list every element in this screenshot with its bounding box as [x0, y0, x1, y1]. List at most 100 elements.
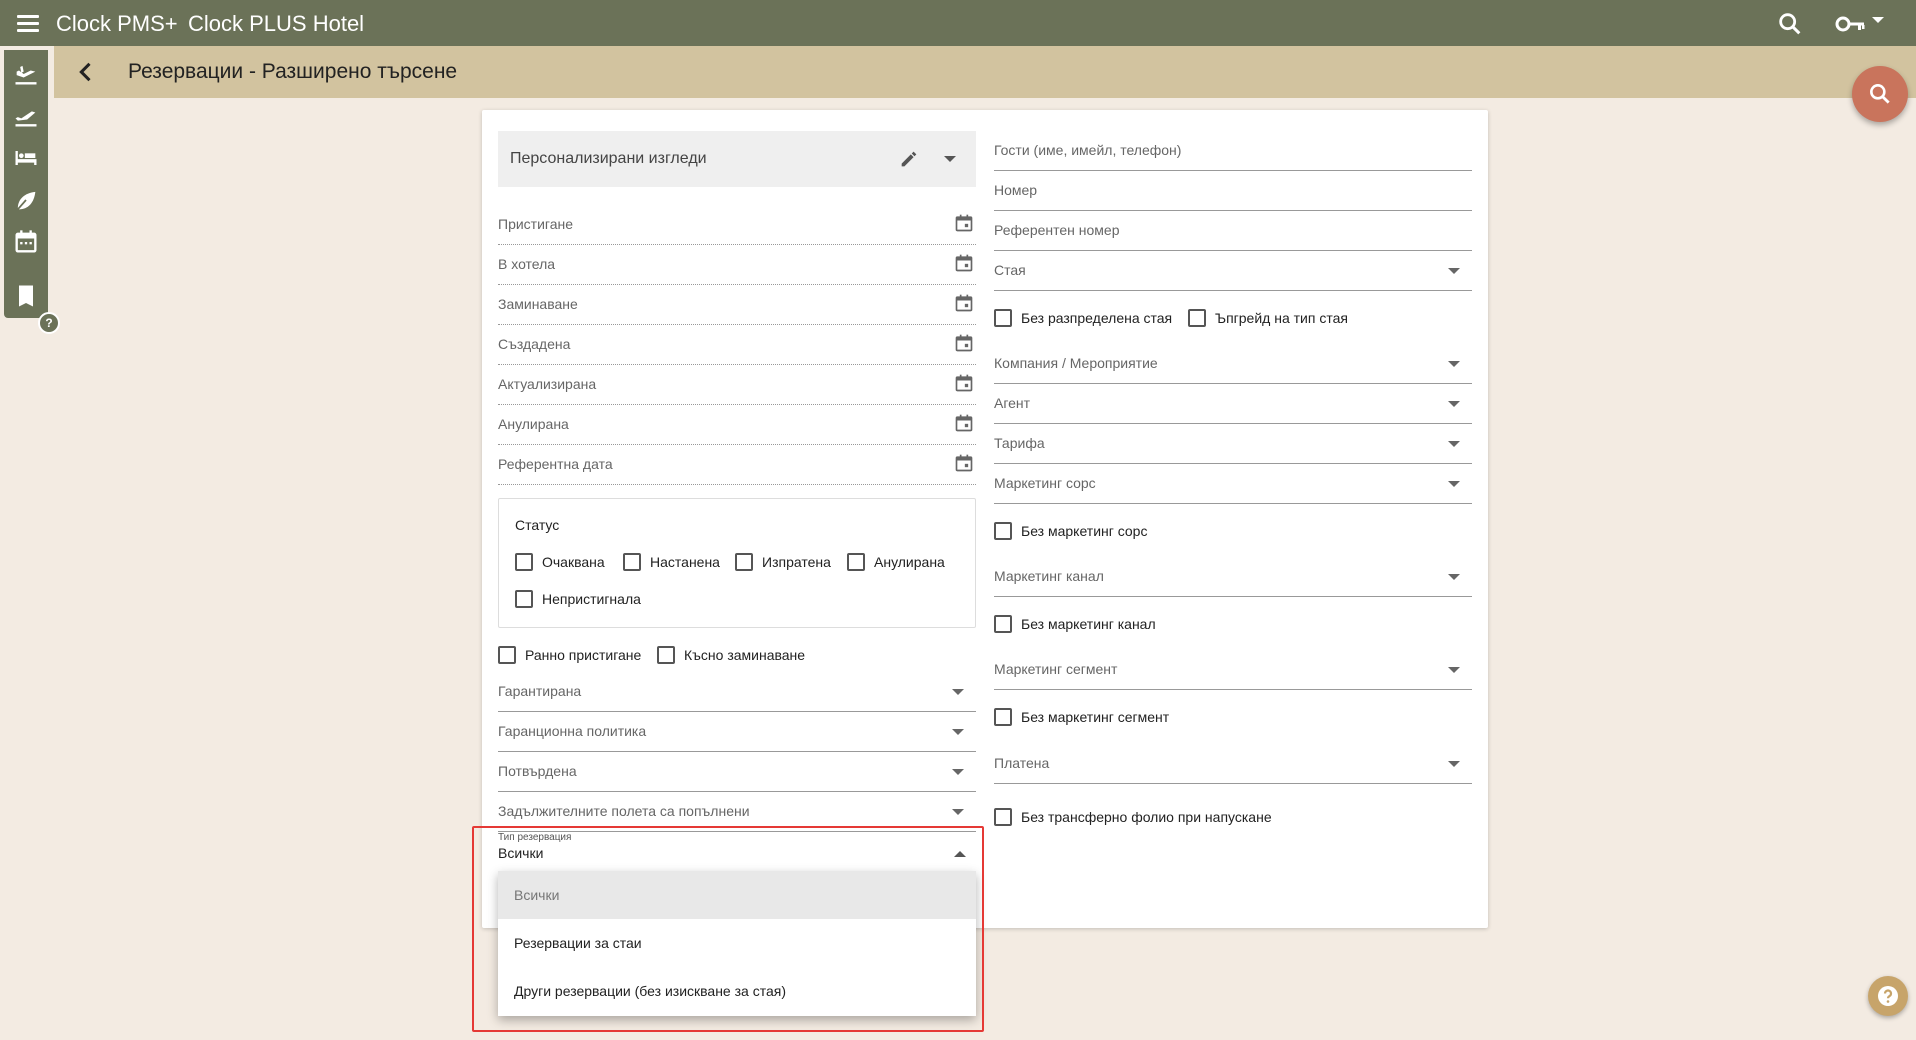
field-label: В хотела: [498, 256, 556, 272]
number-input[interactable]: Номер: [994, 171, 1472, 211]
edit-icon[interactable]: [898, 148, 920, 170]
status-group: Статус Очаквана Настанена Изпратена Анул…: [498, 498, 976, 628]
chevron-down-icon[interactable]: [1448, 761, 1460, 767]
calendar-icon[interactable]: [954, 453, 974, 473]
checkbox-label: Ранно пристигане: [525, 647, 642, 663]
calendar-icon[interactable]: [12, 228, 40, 256]
field-label: Заминаване: [498, 296, 578, 312]
marketing-source-select[interactable]: Маркетинг сорс: [994, 464, 1472, 504]
room-select[interactable]: Стая: [994, 251, 1472, 291]
checkbox-box[interactable]: [994, 522, 1012, 540]
reservation-type-option-other[interactable]: Други резервации (без изискване за стая): [498, 967, 976, 1015]
calendar-icon[interactable]: [954, 293, 974, 313]
chevron-down-icon[interactable]: [952, 769, 964, 775]
reference-date-field[interactable]: Референтна дата: [498, 445, 976, 485]
checkbox-label: Без трансферно фолио при напускане: [1021, 809, 1272, 825]
checkbox-label: Без маркетинг сорс: [1021, 523, 1148, 539]
checkbox-label: Непристигнала: [542, 591, 641, 607]
reservation-type-label: Тип резервация: [498, 832, 572, 843]
help-icon: [1878, 986, 1898, 1006]
field-label: Актуализирана: [498, 376, 597, 392]
required-fields-select[interactable]: Задължителните полета са попълнени: [498, 792, 976, 832]
book-icon[interactable]: [12, 282, 40, 310]
field-label: Създадена: [498, 336, 571, 352]
checkbox-box[interactable]: [994, 808, 1012, 826]
checkbox-box[interactable]: [994, 309, 1012, 327]
left-rail: ?: [4, 50, 60, 334]
calendar-icon[interactable]: [954, 253, 974, 273]
updated-date-field[interactable]: Актуализирана: [498, 365, 976, 405]
checkbox-box[interactable]: [515, 590, 533, 608]
search-fab-button[interactable]: [1852, 66, 1908, 122]
chevron-down-icon[interactable]: [952, 809, 964, 815]
account-dropdown-icon[interactable]: [1872, 17, 1884, 23]
checkbox-box[interactable]: [735, 553, 753, 571]
help-button[interactable]: [1868, 976, 1908, 1016]
in-hotel-date-field[interactable]: В хотела: [498, 245, 976, 285]
reservation-type-select[interactable]: Тип резервация Всички: [498, 832, 976, 874]
key-icon[interactable]: [1834, 12, 1868, 36]
top-bar: Clock PMS+ Clock PLUS Hotel: [0, 0, 1916, 46]
field-label: Агент: [994, 395, 1031, 411]
chevron-down-icon[interactable]: [1448, 401, 1460, 407]
leaf-icon[interactable]: [12, 186, 40, 214]
checkbox-box[interactable]: [657, 646, 675, 664]
cancelled-date-field[interactable]: Анулирана: [498, 405, 976, 445]
chevron-up-icon[interactable]: [954, 851, 966, 857]
checkbox-label: Ъпгрейд на тип стая: [1215, 310, 1348, 326]
checkbox-box[interactable]: [847, 553, 865, 571]
chevron-down-icon[interactable]: [1448, 441, 1460, 447]
paid-select[interactable]: Платена: [994, 744, 1472, 784]
marketing-channel-select[interactable]: Маркетинг канал: [994, 557, 1472, 597]
chevron-down-icon[interactable]: [1448, 667, 1460, 673]
reservation-type-menu: Всички Резервации за стаи Други резервац…: [498, 871, 976, 1016]
field-label: Маркетинг канал: [994, 568, 1104, 584]
chevron-down-icon[interactable]: [952, 689, 964, 695]
field-label: Компания / Мероприятие: [994, 355, 1158, 371]
guaranteed-select[interactable]: Гарантирана: [498, 672, 976, 712]
arrival-icon[interactable]: [12, 60, 40, 88]
chevron-down-icon[interactable]: [952, 729, 964, 735]
chevron-down-icon[interactable]: [1448, 481, 1460, 487]
hotel-name[interactable]: Clock PLUS Hotel: [188, 11, 364, 37]
calendar-icon[interactable]: [954, 373, 974, 393]
created-date-field[interactable]: Създадена: [498, 325, 976, 365]
chevron-down-icon[interactable]: [1448, 361, 1460, 367]
company-event-select[interactable]: Компания / Мероприятие: [994, 344, 1472, 384]
checkbox-box[interactable]: [994, 615, 1012, 633]
field-label: Гарантирана: [498, 683, 582, 699]
search-icon[interactable]: [1776, 10, 1804, 38]
calendar-icon[interactable]: [954, 333, 974, 353]
reference-number-input[interactable]: Референтен номер: [994, 211, 1472, 251]
reservation-type-option-all[interactable]: Всички: [498, 871, 976, 919]
checkbox-box[interactable]: [994, 708, 1012, 726]
confirmed-select[interactable]: Потвърдена: [498, 752, 976, 792]
checkbox-box[interactable]: [1188, 309, 1206, 327]
field-label: Задължителните полета са попълнени: [498, 803, 750, 819]
menu-icon[interactable]: [14, 11, 42, 35]
arrival-date-field[interactable]: Пристигане: [498, 205, 976, 245]
page-title: Резервации - Разширено търсене: [128, 60, 458, 83]
checkbox-box[interactable]: [623, 553, 641, 571]
guarantee-policy-select[interactable]: Гаранционна политика: [498, 712, 976, 752]
bed-icon[interactable]: [12, 144, 40, 172]
rate-select[interactable]: Тарифа: [994, 424, 1472, 464]
checkbox-box[interactable]: [515, 553, 533, 571]
marketing-segment-select[interactable]: Маркетинг сегмент: [994, 650, 1472, 690]
chevron-down-icon[interactable]: [944, 156, 956, 162]
reservation-type-option-rooms[interactable]: Резервации за стаи: [498, 919, 976, 967]
calendar-icon[interactable]: [954, 213, 974, 233]
departure-date-field[interactable]: Заминаване: [498, 285, 976, 325]
checkbox-label: Без маркетинг канал: [1021, 616, 1156, 632]
checkbox-box[interactable]: [498, 646, 516, 664]
guests-search-input[interactable]: Гости (име, имейл, телефон): [994, 131, 1472, 171]
chevron-down-icon[interactable]: [1448, 574, 1460, 580]
help-icon[interactable]: ?: [38, 312, 60, 334]
agent-select[interactable]: Агент: [994, 384, 1472, 424]
back-icon[interactable]: [72, 58, 100, 86]
search-form-card: Персонализирани изгледи Пристигане В хот…: [482, 110, 1488, 928]
calendar-icon[interactable]: [954, 413, 974, 433]
departure-icon[interactable]: [12, 102, 40, 130]
custom-views-select[interactable]: Персонализирани изгледи: [498, 131, 976, 187]
chevron-down-icon[interactable]: [1448, 268, 1460, 274]
